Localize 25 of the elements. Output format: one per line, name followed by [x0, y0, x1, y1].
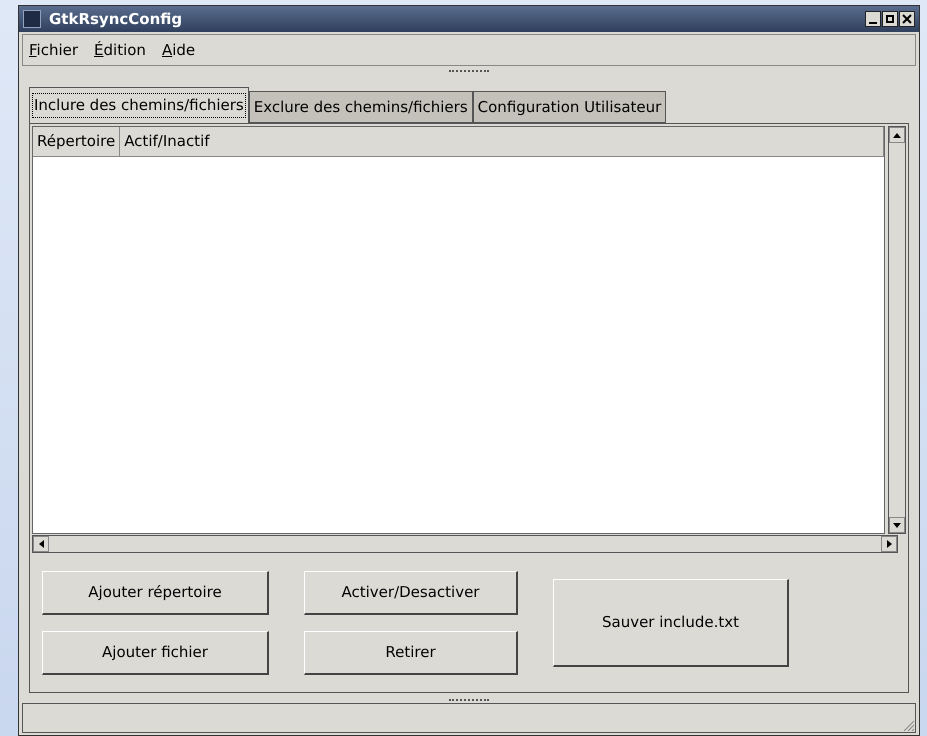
menu-item[interactable]: Fichier: [29, 38, 78, 62]
tab[interactable]: Inclure des chemins/fichiers: [29, 87, 249, 123]
menu-item[interactable]: Édition: [94, 38, 146, 62]
button[interactable]: Ajouter fichier: [42, 631, 269, 675]
window-menu-icon[interactable]: [23, 10, 41, 28]
scroll-right-icon[interactable]: [881, 536, 897, 552]
vertical-scrollbar[interactable]: [888, 126, 906, 534]
close-icon[interactable]: [899, 11, 915, 27]
scroll-up-icon[interactable]: [889, 127, 905, 143]
tab[interactable]: Exclure des chemins/fichiers: [248, 91, 473, 123]
tab[interactable]: Configuration Utilisateur: [472, 91, 666, 123]
button[interactable]: Ajouter répertoire: [42, 571, 269, 615]
horizontal-scrollbar[interactable]: [32, 535, 898, 553]
button[interactable]: Sauver include.txt: [553, 579, 789, 667]
column-header[interactable]: Actif/Inactif: [120, 127, 884, 156]
scroll-down-icon[interactable]: [889, 517, 905, 533]
maximize-icon[interactable]: [882, 11, 898, 27]
column-header[interactable]: Répertoire: [33, 127, 120, 156]
window-title: GtkRsyncConfig: [49, 8, 182, 30]
scroll-left-icon[interactable]: [33, 536, 49, 552]
button[interactable]: Activer/Desactiver: [304, 571, 518, 615]
resize-grip-icon[interactable]: [901, 718, 915, 732]
menu-item[interactable]: Aide: [162, 38, 196, 62]
minimize-icon[interactable]: [865, 11, 881, 27]
button[interactable]: Retirer: [304, 631, 518, 675]
